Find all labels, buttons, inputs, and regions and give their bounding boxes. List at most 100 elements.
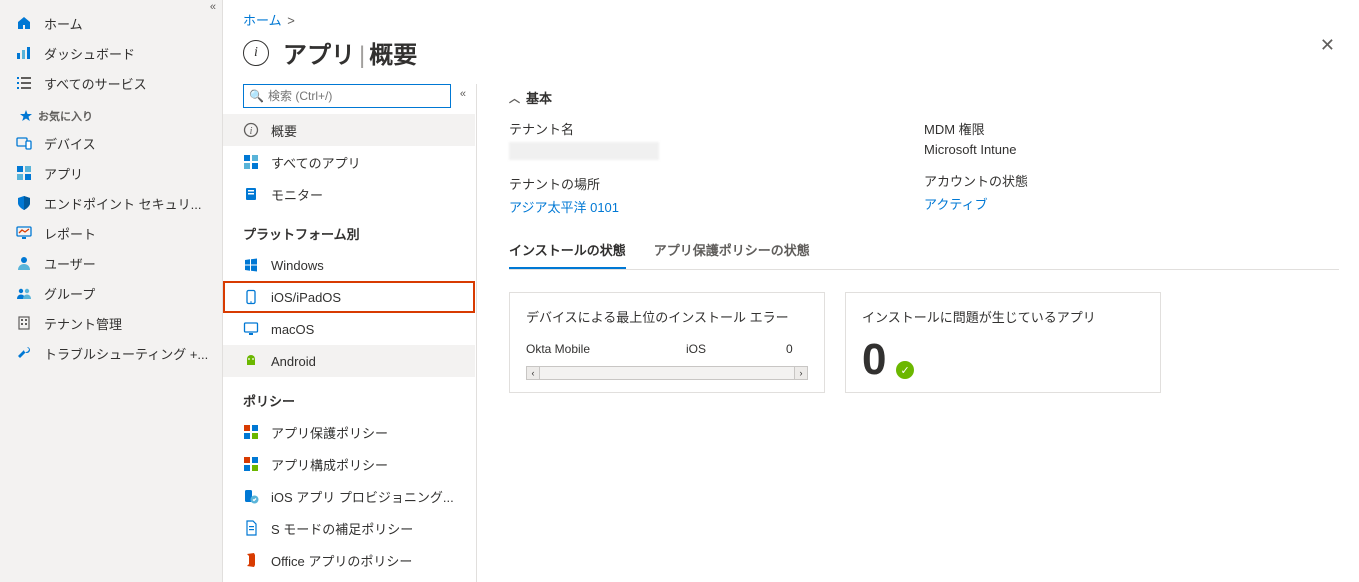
subnav-item-app-protection-policy[interactable]: アプリ保護ポリシー <box>223 416 475 448</box>
breadcrumb: ホーム > <box>223 0 1359 29</box>
subnav-collapse-toggle[interactable]: « <box>460 88 466 100</box>
subnav-label: Windows <box>271 258 324 273</box>
sidebar-item-devices[interactable]: デバイス <box>0 128 222 158</box>
error-platform: iOS <box>686 342 786 356</box>
building-icon <box>16 315 32 331</box>
subnav-group-policy: ポリシー <box>223 377 475 416</box>
sidebar-item-dashboard[interactable]: ダッシュボード <box>0 38 222 68</box>
group-icon <box>16 285 32 301</box>
subnav-item-windows[interactable]: Windows <box>223 249 475 281</box>
sidebar-label: すべてのサービス <box>44 74 147 93</box>
subnav-label: アプリ保護ポリシー <box>271 423 388 442</box>
subnav-label: Android <box>271 354 316 369</box>
card-apps-with-issues: インストールに問題が生じているアプリ 0 ✓ <box>845 292 1161 393</box>
global-sidebar: « ホーム ダッシュボード すべてのサービス お気に入り デバイス アプリ エン… <box>0 0 223 582</box>
blade-subnav: 🔍 « i 概要 すべてのアプリ モニター <box>223 84 477 582</box>
section-basic-label: 基本 <box>526 88 552 107</box>
sidebar-favorites-heading: お気に入り <box>0 98 222 128</box>
error-count: 0 <box>786 342 806 356</box>
subnav-item-ios-provisioning[interactable]: iOS アプリ プロビジョニング... <box>223 480 475 512</box>
info-icon: i <box>243 40 269 66</box>
sidebar-item-tenant-admin[interactable]: テナント管理 <box>0 308 222 338</box>
policy-grid-icon <box>243 456 259 472</box>
title-main: アプリ <box>283 42 355 69</box>
scroll-right-button[interactable]: › <box>794 366 808 380</box>
subnav-item-ios-ipados[interactable]: iOS/iPadOS <box>223 281 475 313</box>
info-outline-icon: i <box>243 122 259 138</box>
account-status-label: アカウントの状態 <box>924 171 1339 194</box>
mdm-authority-value: Microsoft Intune <box>924 142 1339 171</box>
subnav-label: macOS <box>271 322 314 337</box>
search-input[interactable] <box>243 84 451 108</box>
sidebar-label: アプリ <box>44 164 83 183</box>
sidebar-label: レポート <box>44 224 96 243</box>
provisioning-icon <box>243 488 259 504</box>
dashboard-icon <box>16 45 32 61</box>
horizontal-scrollbar: ‹ › <box>526 366 808 380</box>
sidebar-label: グループ <box>44 284 95 303</box>
mdm-authority-label: MDM 権限 <box>924 119 1339 142</box>
tenant-location-value[interactable]: アジア太平洋 0101 <box>509 197 924 230</box>
sidebar-item-troubleshoot[interactable]: トラブルシューティング +... <box>0 338 222 368</box>
subnav-item-overview[interactable]: i 概要 <box>223 114 475 146</box>
subnav-item-all-apps[interactable]: すべてのアプリ <box>223 146 475 178</box>
android-icon <box>243 353 259 369</box>
tab-app-protection-status[interactable]: アプリ保護ポリシーの状態 <box>654 230 810 269</box>
success-check-icon: ✓ <box>896 361 914 379</box>
scroll-left-button[interactable]: ‹ <box>526 366 540 380</box>
chevron-up-icon: ︿ <box>509 90 520 106</box>
subnav-label: iOS/iPadOS <box>271 290 341 305</box>
close-button[interactable]: ✕ <box>1320 35 1335 56</box>
sidebar-item-endpoint-security[interactable]: エンドポイント セキュリ... <box>0 188 222 218</box>
sidebar-item-reports[interactable]: レポート <box>0 218 222 248</box>
devices-icon <box>16 135 32 151</box>
monitor-icon <box>16 225 32 241</box>
tenant-name-label: テナント名 <box>509 119 924 142</box>
sidebar-label: エンドポイント セキュリ... <box>44 194 201 213</box>
tenant-location-label: テナントの場所 <box>509 174 924 197</box>
subnav-item-s-mode-policy[interactable]: S モードの補足ポリシー <box>223 512 475 544</box>
breadcrumb-home-link[interactable]: ホーム <box>243 13 282 28</box>
subnav-label: モニター <box>271 185 323 204</box>
sidebar-collapse-toggle[interactable]: « <box>210 1 216 13</box>
subnav-label: 概要 <box>271 121 297 140</box>
blade-content: ︿ 基本 テナント名 テナントの場所 アジア太平洋 0101 MDM 権限 Mi… <box>477 84 1359 582</box>
account-status-value[interactable]: アクティブ <box>924 194 1339 227</box>
subnav-item-office-policy[interactable]: Office アプリのポリシー <box>223 544 475 576</box>
apps-grid-icon <box>243 154 259 170</box>
shield-icon <box>16 195 32 211</box>
sidebar-item-groups[interactable]: グループ <box>0 278 222 308</box>
user-icon <box>16 255 32 271</box>
office-icon <box>243 552 259 568</box>
sidebar-label: ホーム <box>44 14 83 33</box>
sidebar-item-apps[interactable]: アプリ <box>0 158 222 188</box>
wrench-icon <box>16 345 32 361</box>
subnav-label: Office アプリのポリシー <box>271 551 412 570</box>
book-icon <box>243 186 259 202</box>
sidebar-item-all-services[interactable]: すべてのサービス <box>0 68 222 98</box>
sidebar-item-home[interactable]: ホーム <box>0 8 222 38</box>
scroll-track[interactable] <box>540 366 794 380</box>
subnav-item-monitor[interactable]: モニター <box>223 178 475 210</box>
sidebar-label: デバイス <box>44 134 96 153</box>
desktop-icon <box>243 321 259 337</box>
subnav-item-app-config-policy[interactable]: アプリ構成ポリシー <box>223 448 475 480</box>
error-app-name: Okta Mobile <box>526 342 686 356</box>
install-error-row[interactable]: Okta Mobile iOS 0 <box>526 338 808 360</box>
subnav-item-android[interactable]: Android <box>223 345 475 377</box>
tab-install-status[interactable]: インストールの状態 <box>509 230 626 269</box>
sidebar-label: テナント管理 <box>44 314 122 333</box>
sidebar-label: ダッシュボード <box>44 44 135 63</box>
section-basic-toggle[interactable]: ︿ 基本 <box>509 84 1339 119</box>
tablet-icon <box>243 289 259 305</box>
card2-title: インストールに問題が生じているアプリ <box>862 307 1144 338</box>
tenant-name-value <box>509 142 659 160</box>
windows-icon <box>243 257 259 273</box>
subnav-group-platform: プラットフォーム別 <box>223 210 475 249</box>
home-icon <box>16 15 32 31</box>
sidebar-item-users[interactable]: ユーザー <box>0 248 222 278</box>
subnav-item-macos[interactable]: macOS <box>223 313 475 345</box>
policy-grid-icon <box>243 424 259 440</box>
favorites-label: お気に入り <box>38 108 93 124</box>
card-top-install-errors: デバイスによる最上位のインストール エラー Okta Mobile iOS 0 … <box>509 292 825 393</box>
